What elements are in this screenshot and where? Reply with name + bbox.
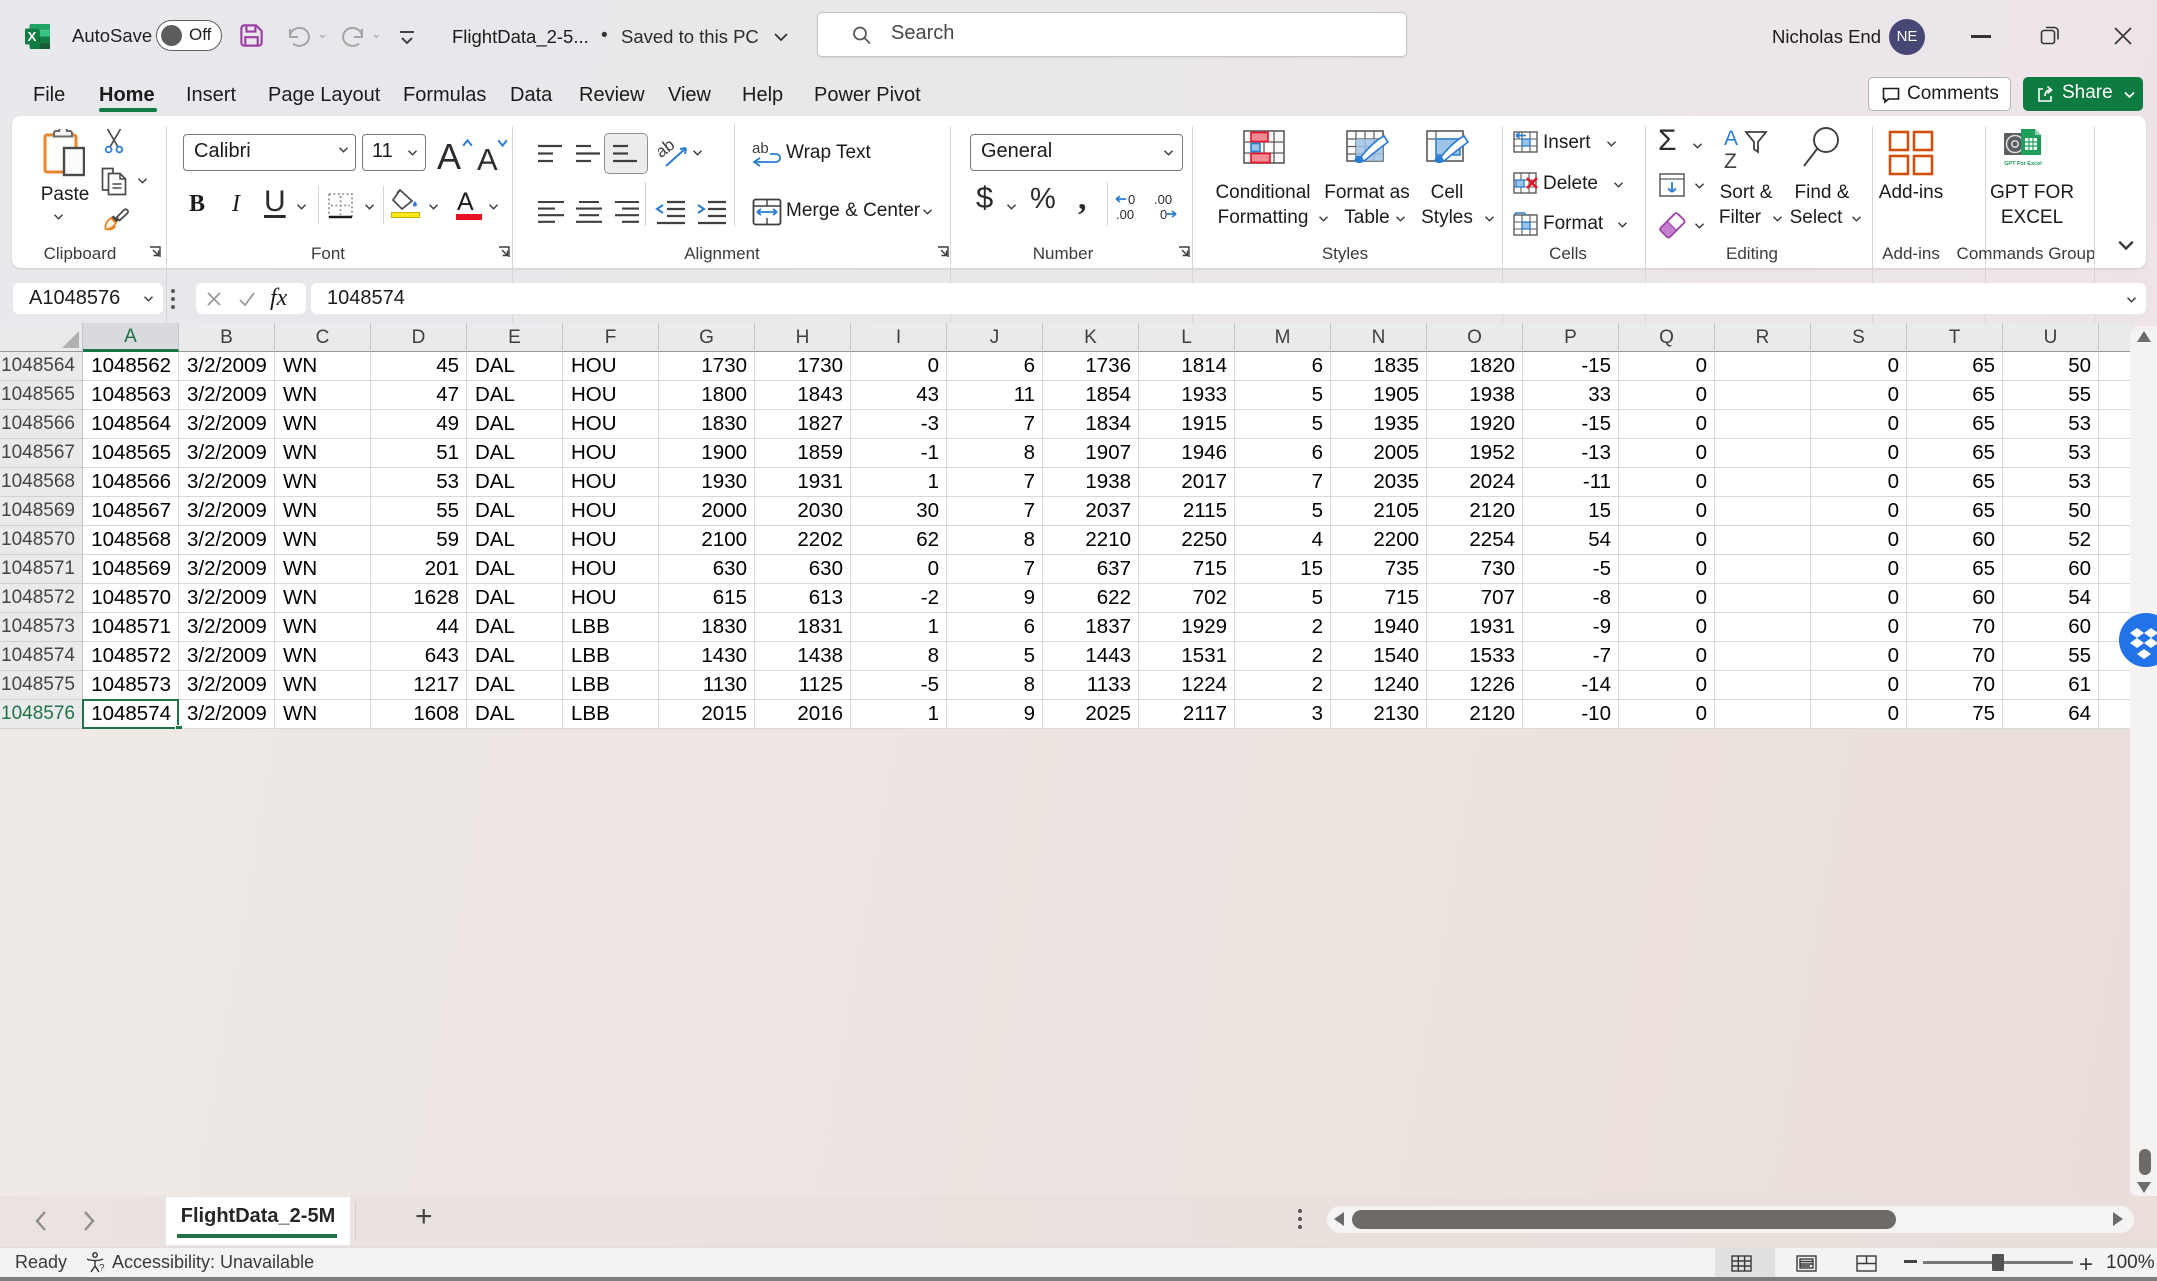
- svg-text:.00: .00: [1154, 192, 1172, 207]
- svg-text:A: A: [1724, 128, 1738, 150]
- svg-text:X: X: [28, 29, 37, 44]
- svg-text:.00: .00: [1116, 207, 1134, 222]
- svg-text:?: ?: [99, 1263, 105, 1274]
- svg-text:Z: Z: [1724, 150, 1737, 170]
- svg-text:0: 0: [1128, 192, 1135, 207]
- svg-text:GPT For Excel: GPT For Excel: [2004, 161, 2042, 167]
- svg-text:ab: ab: [752, 140, 769, 157]
